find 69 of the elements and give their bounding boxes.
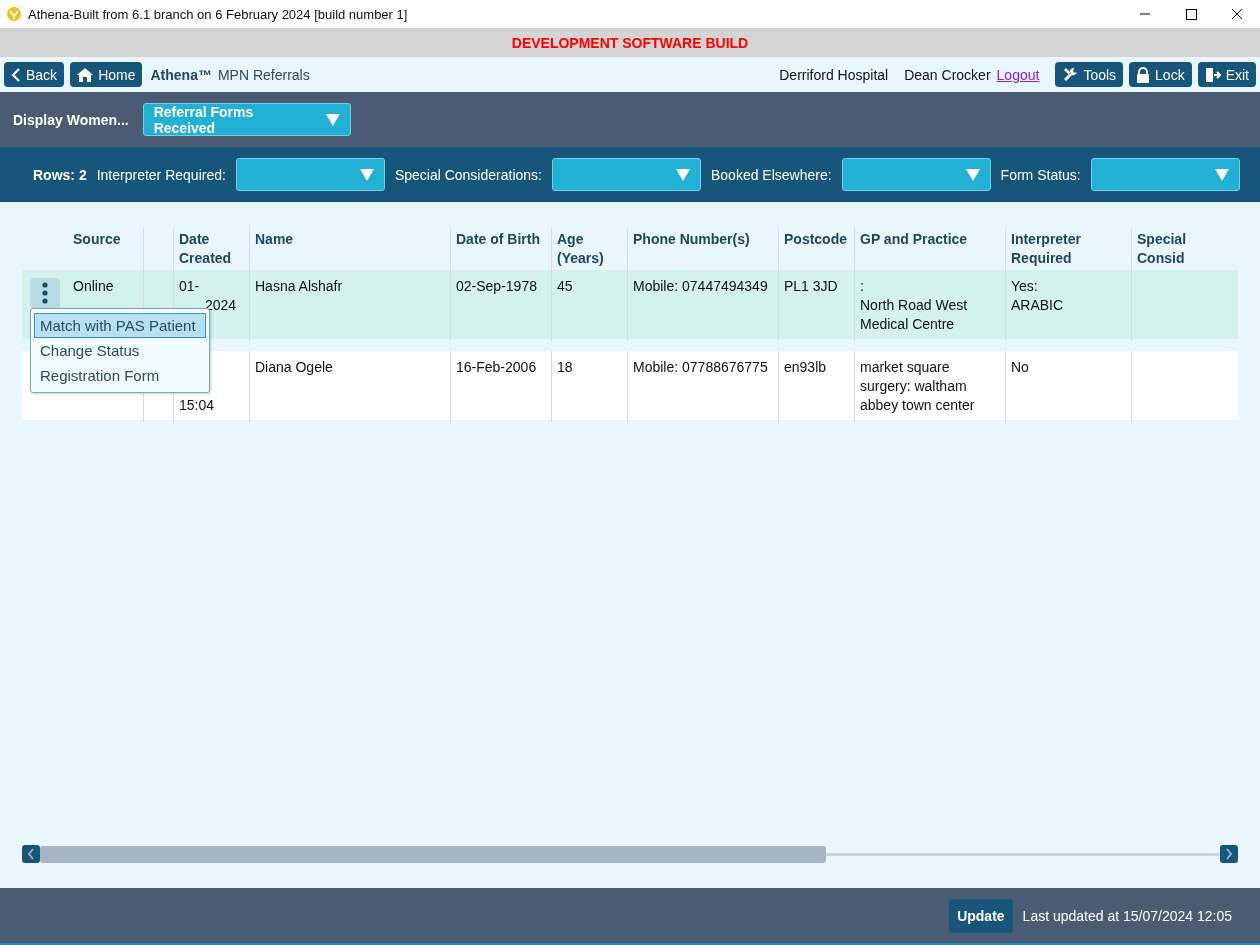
chevron-left-icon (11, 67, 21, 82)
exit-icon (1204, 66, 1221, 83)
table-cell: : North Road West Medical Centre (860, 278, 968, 332)
hospital-name: Derriford Hospital (779, 66, 889, 83)
column-header[interactable]: Interpreter Required (1011, 230, 1126, 268)
table-cell: 45 (557, 278, 573, 294)
window-title: Athena-Built from 6.1 branch on 6 February 2024 [build number 1] (28, 6, 408, 22)
tools-button[interactable]: Tools (1055, 62, 1124, 87)
table-cell: market square surgery: waltham abbey town center (860, 359, 975, 413)
table-cell: 01- (179, 277, 200, 296)
update-button[interactable]: Update (949, 898, 1013, 933)
home-icon (77, 67, 94, 82)
filter-dropdown[interactable] (841, 158, 991, 191)
tools-icon (1062, 66, 1079, 83)
dropdown-arrow-icon (965, 168, 980, 181)
dropdown-arrow-icon (359, 168, 374, 181)
logout-link[interactable]: Logout (996, 66, 1040, 83)
column-header[interactable]: Postcode (784, 230, 849, 249)
table-cell: PL1 3JD (784, 278, 838, 294)
filter-label: Form Status: (1000, 166, 1081, 183)
table-cell: Diana Ogele (255, 359, 333, 375)
horizontal-scrollbar[interactable] (40, 845, 1220, 863)
table-cell: Yes: ARABIC (1011, 278, 1064, 313)
column-header[interactable]: Name (255, 230, 445, 249)
table-cell: en93lb (784, 359, 827, 375)
back-button[interactable]: Back (4, 62, 65, 87)
table-cell: Online (73, 278, 114, 294)
last-updated: Last updated at 15/07/2024 12:05 (1022, 907, 1232, 924)
more-options-icon[interactable] (30, 278, 60, 308)
exit-button[interactable]: Exit (1197, 62, 1256, 87)
dropdown-arrow-icon (325, 113, 340, 126)
column-header[interactable]: Special Consid (1137, 230, 1233, 268)
lock-button[interactable]: Lock (1129, 62, 1192, 87)
column-header[interactable]: Source (73, 230, 138, 249)
table-cell: Mobile: 07788676775 (633, 359, 768, 375)
filter-dropdown[interactable] (235, 158, 385, 191)
dropdown-arrow-icon (1214, 168, 1229, 181)
menu-item[interactable]: Registration Form (34, 363, 206, 388)
table-cell: 16-Feb-2006 (456, 359, 537, 375)
table-cell: No (1011, 359, 1029, 375)
user-name: Dean Crocker (904, 66, 991, 83)
display-label: Display Women... (13, 111, 129, 128)
filter-label: Booked Elsewhere: (710, 166, 832, 183)
scroll-left-icon[interactable] (22, 845, 40, 863)
filter-dropdown[interactable] (551, 158, 701, 191)
filter-label: Special Considerations: (394, 166, 542, 183)
column-header[interactable]: Date Created (179, 230, 244, 268)
table-cell-text: 2024 (204, 296, 237, 315)
lock-icon (1136, 66, 1151, 83)
app-name: Athena™ (150, 66, 212, 83)
column-header[interactable]: Age (Years) (557, 230, 622, 268)
module-name: MPN Referrals (217, 66, 310, 83)
app-logo-icon (6, 6, 22, 22)
row-count: Rows: 2 (33, 166, 87, 183)
table-cell: 02-Sep-1978 (456, 278, 537, 294)
menu-item[interactable]: Match with PAS Patient (34, 313, 206, 338)
scroll-right-icon[interactable] (1220, 845, 1238, 863)
column-header[interactable]: Date of Birth (456, 230, 546, 249)
table-cell: Mobile: 07447494349 (633, 278, 768, 294)
build-notice: DEVELOPMENT SOFTWARE BUILD (511, 34, 749, 51)
column-header[interactable]: Phone Number(s) (633, 230, 773, 249)
filter-label: Interpreter Required: (96, 166, 226, 183)
column-header[interactable]: GP and Practice (860, 230, 1000, 249)
table-cell: Hasna Alshafr (255, 278, 343, 294)
table-cell: 18 (557, 359, 573, 375)
table-cell: 15:04 (179, 396, 215, 415)
dropdown-arrow-icon (675, 168, 690, 181)
home-button[interactable]: Home (70, 62, 143, 87)
filter-dropdown[interactable] (1090, 158, 1240, 191)
